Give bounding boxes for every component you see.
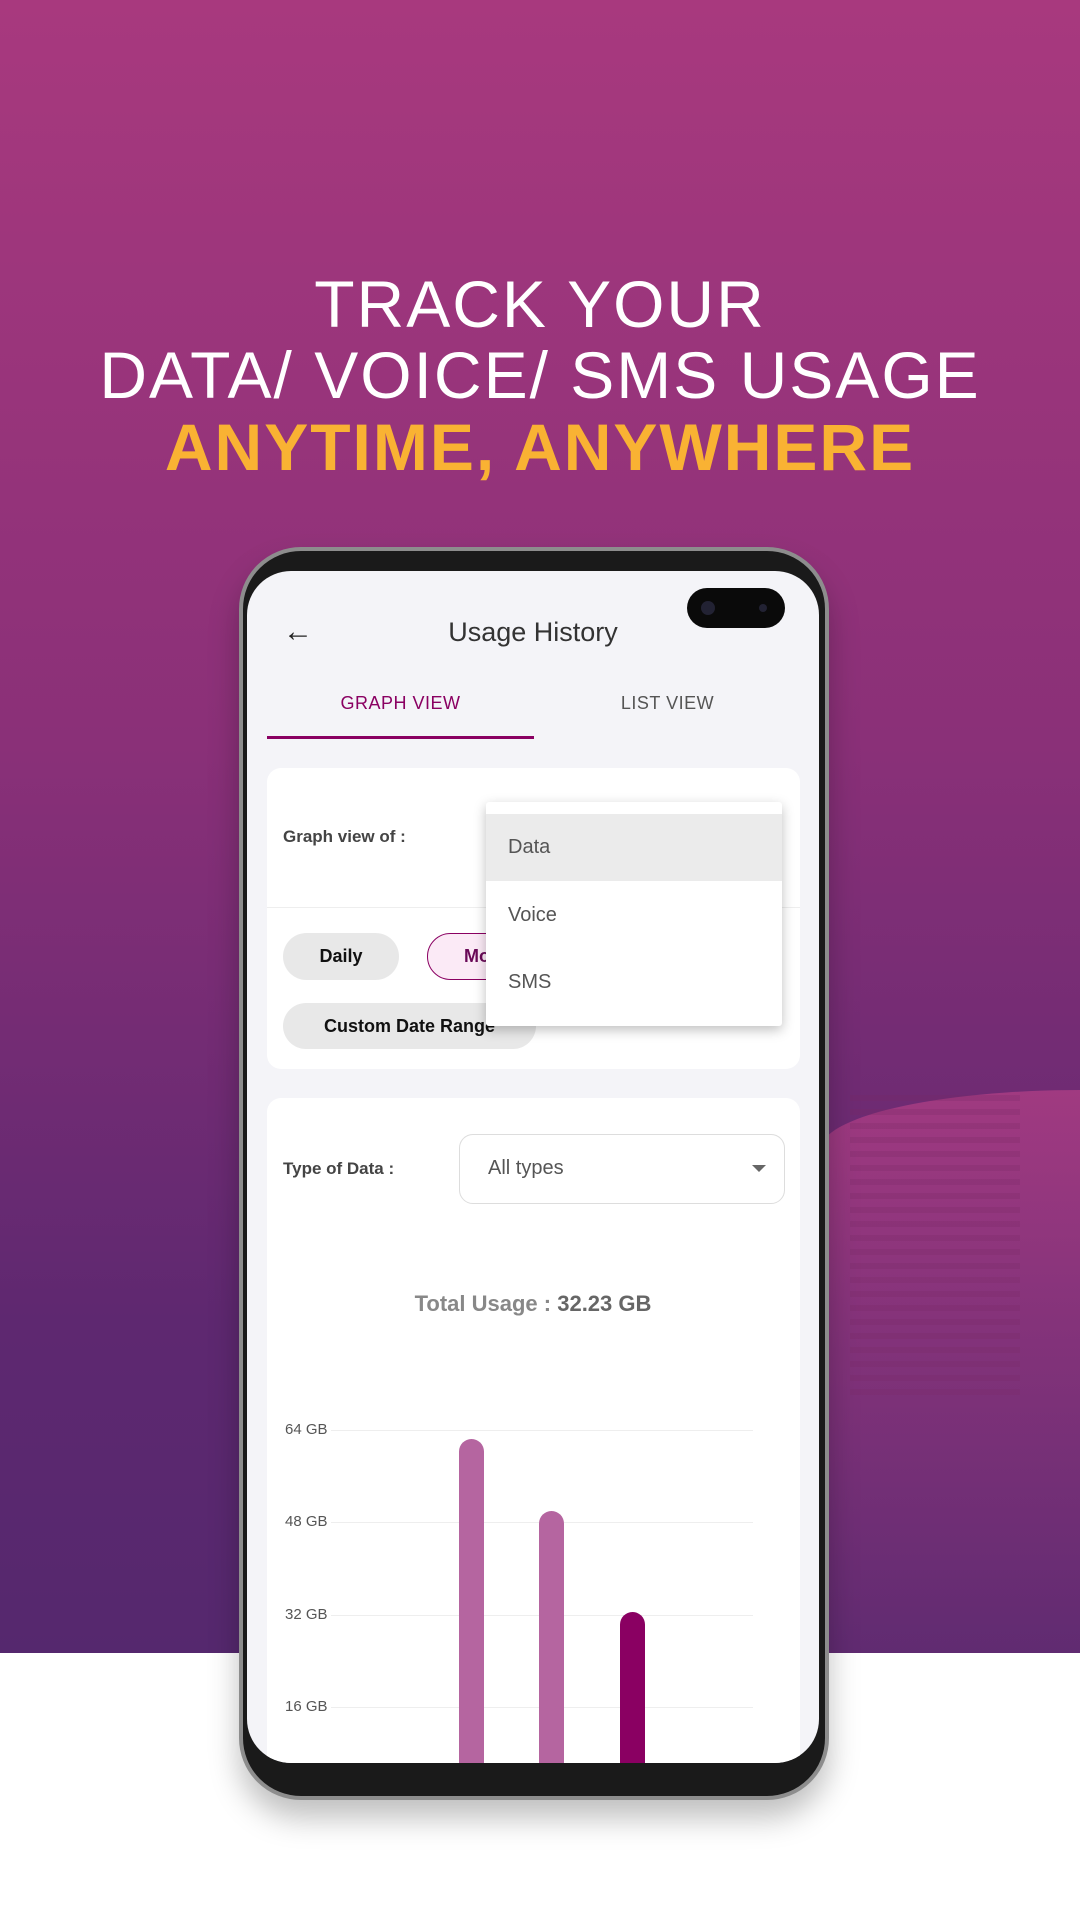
total-usage: Total Usage : 32.23 GB (247, 1291, 819, 1317)
type-of-data-label: Type of Data : (283, 1159, 395, 1178)
bar[interactable] (539, 1510, 564, 1763)
y-tick-label: 64 GB (285, 1421, 328, 1438)
bar[interactable] (620, 1611, 645, 1763)
y-tick-label: 48 GB (285, 1513, 328, 1531)
menu-item-data[interactable]: Data (486, 814, 782, 881)
caret-down-icon (752, 1165, 766, 1172)
y-tick-label: 16 GB (285, 1698, 328, 1715)
menu-item-voice[interactable]: Voice (486, 882, 782, 949)
building-windows (850, 1095, 1020, 1395)
menu-item-sms[interactable]: SMS (486, 949, 782, 1016)
headline-line-2: DATA/ VOICE/ SMS USAGE (99, 338, 981, 412)
graph-view-label: Graph view of : (283, 827, 406, 846)
gridline (331, 1430, 753, 1431)
total-usage-value: 32.23 GB (557, 1291, 652, 1316)
graph-view-dropdown-menu: Data Voice SMS (486, 802, 782, 1026)
type-of-data-value: All types (488, 1157, 564, 1179)
page-title: Usage History (448, 617, 618, 647)
headline-line-1: TRACK YOUR (314, 267, 766, 341)
y-tick-label: 32 GB (285, 1605, 328, 1623)
tab-graph-view[interactable]: GRAPH VIEW (267, 693, 534, 714)
total-usage-label: Total Usage : (414, 1291, 558, 1316)
tab-list-view[interactable]: LIST VIEW (534, 693, 801, 714)
pill-daily[interactable]: Daily (283, 933, 399, 980)
type-of-data-select[interactable]: All types (459, 1134, 785, 1204)
bar[interactable] (459, 1438, 484, 1763)
phone-screen: ← Usage History GRAPH VIEW LIST VIEW Gra… (247, 571, 819, 1763)
active-tab-indicator (267, 736, 534, 739)
headline-line-3: ANYTIME, ANYWHERE (164, 410, 916, 484)
